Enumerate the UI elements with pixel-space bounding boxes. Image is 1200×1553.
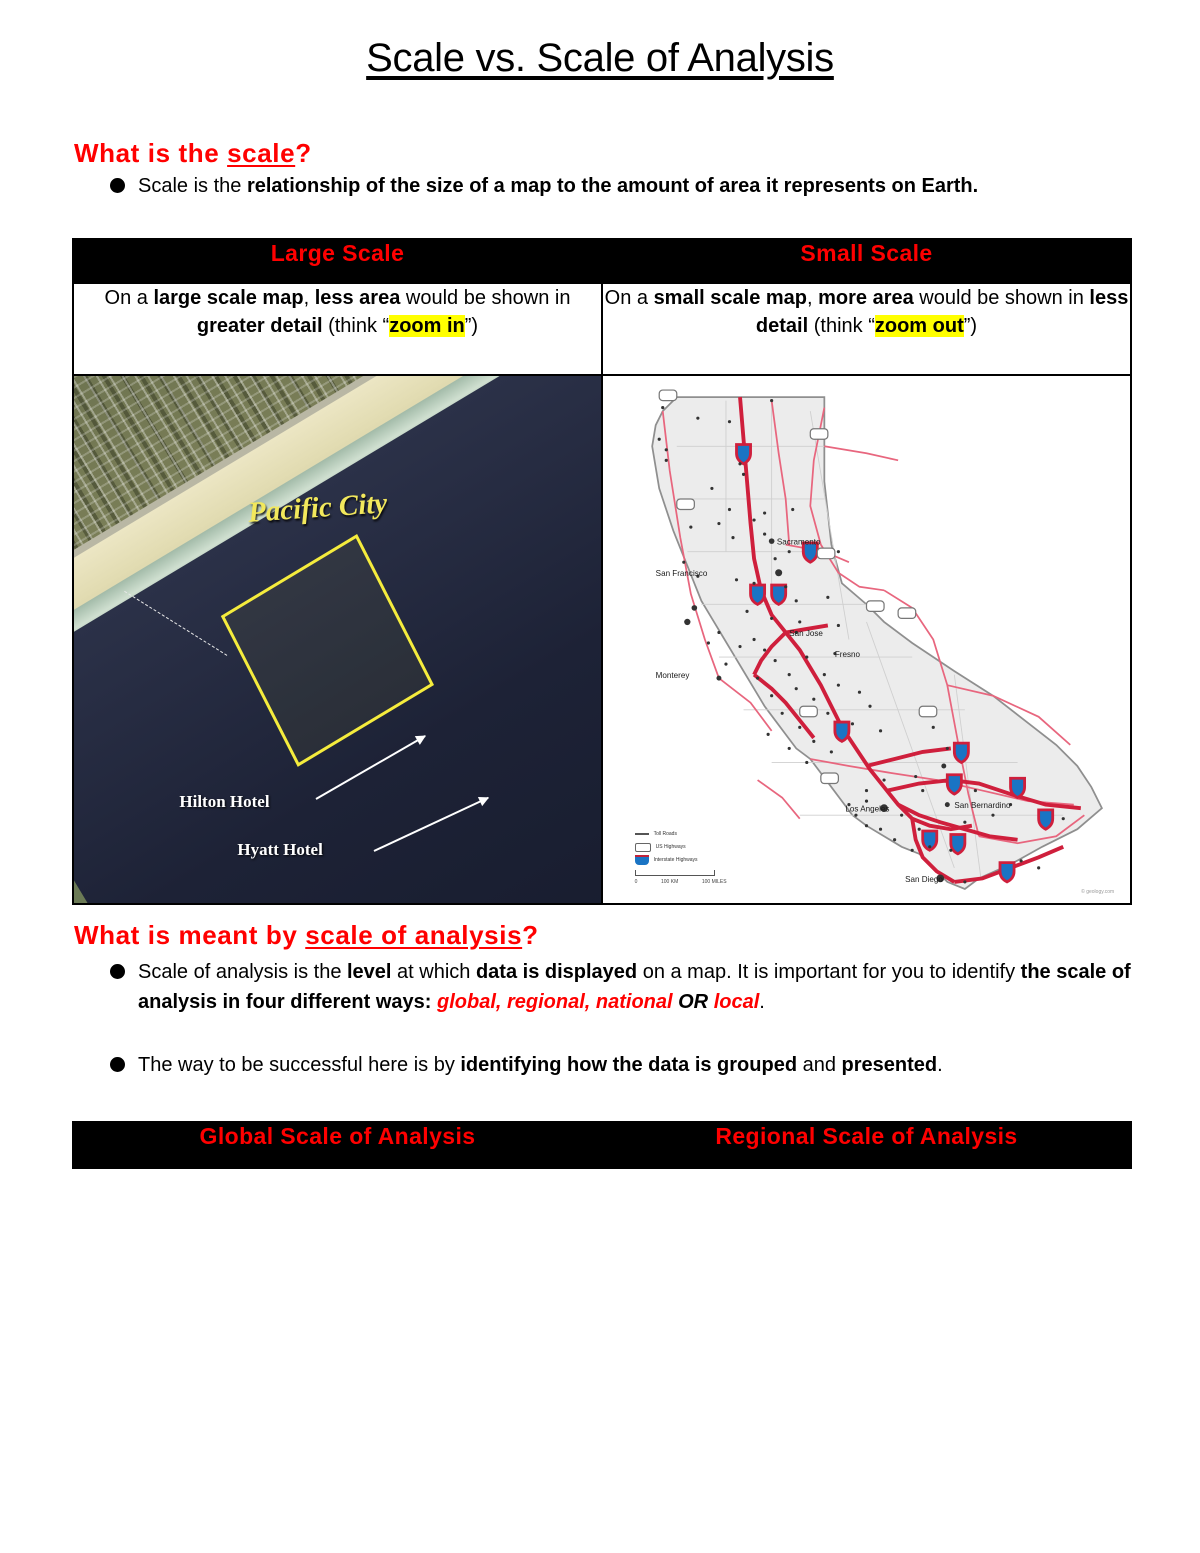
heading-what-is-scale-of-analysis: What is meant by scale of analysis? — [74, 920, 539, 950]
svg-text:Monterey: Monterey — [656, 671, 691, 680]
map-legend: Toll Roads US Highways Interstate Highwa… — [634, 829, 727, 887]
bullet-1-plain: Scale is the — [138, 175, 247, 197]
scale-bar-line — [634, 870, 715, 877]
svg-text:San Diego: San Diego — [905, 875, 943, 884]
legend-toll-roads-label: Toll Roads — [653, 831, 677, 838]
header-global-scale-of-analysis: Global Scale of Analysis — [72, 1121, 603, 1169]
ls-b1: large scale map — [153, 287, 304, 309]
ss-t5: ”) — [963, 315, 978, 337]
heading-scale-suffix: ? — [295, 138, 312, 168]
bullet-dot-icon — [110, 178, 125, 193]
heading-what-is-scale: What is the scale? — [74, 138, 312, 168]
bullet-scale-definition-text: Scale is the relationship of the size of… — [138, 171, 978, 201]
bullet-dot-icon — [110, 964, 125, 979]
table-row-descriptions: On a large scale map, less area would be… — [72, 282, 1132, 376]
us-highway-shield-icon — [634, 842, 651, 852]
soa1-t1: Scale of analysis is the — [138, 961, 347, 983]
ss-b1: small scale map — [653, 287, 807, 309]
heading-soa-keyword: scale of analysis — [305, 920, 523, 950]
bullet-soa-success-tip-text: The way to be successful here is by iden… — [138, 1050, 943, 1080]
soa2-b1: identifying how the data is grouped — [460, 1054, 798, 1076]
soa1-t3: on a map. It is important for you to ide… — [637, 961, 1021, 983]
soa1-red2: local — [713, 991, 760, 1013]
bullet-soa-success-tip: The way to be successful here is by iden… — [110, 1050, 1135, 1080]
ls-b2: less area — [314, 287, 401, 309]
toll-road-line-icon — [634, 833, 649, 836]
ls-t4: (think “ — [322, 315, 390, 337]
satellite-aerial-photo: Pacific City Hilton Hotel Hyatt Hotel — [74, 376, 601, 903]
soa2-t3: . — [937, 1054, 943, 1076]
heading-soa-suffix: ? — [522, 920, 539, 950]
ls-t3: would be shown in — [400, 287, 571, 309]
ls-t5: ”) — [464, 315, 479, 337]
svg-text:Sacramento: Sacramento — [777, 538, 821, 547]
soa1-b2: data is displayed — [475, 961, 638, 983]
satellite-hilton-hotel-label: Hilton Hotel — [179, 792, 270, 812]
svg-text:Los Angeles: Los Angeles — [845, 805, 889, 814]
header-small-scale: Small Scale — [601, 238, 1132, 284]
map-scale-bar: 0 100 KM 100 MILES — [634, 870, 727, 887]
soa2-t1: The way to be successful here is by — [138, 1054, 461, 1076]
scale-comparison-table: Large Scale Small Scale On a large scale… — [72, 238, 1132, 905]
ss-b2: more area — [818, 287, 914, 309]
table-row-headers: Large Scale Small Scale — [72, 238, 1132, 284]
ss-t3: would be shown in — [913, 287, 1090, 309]
svg-text:San Francisco: San Francisco — [656, 569, 708, 578]
heading-scale-keyword: scale — [227, 138, 296, 168]
legend-us-highways: US Highways — [634, 842, 727, 852]
bullet-dot-icon — [110, 1057, 125, 1072]
legend-interstate-highways-label: Interstate Highways — [653, 857, 698, 864]
interstate-shield-icon — [634, 855, 649, 866]
document-page: Scale vs. Scale of Analysis What is the … — [0, 0, 1200, 1553]
svg-text:San Jose: San Jose — [789, 629, 823, 638]
svg-text:Fresno: Fresno — [835, 650, 861, 659]
ss-highlight-zoom-out: zoom out — [874, 315, 964, 337]
soa1-t7: . — [759, 991, 765, 1013]
page-title: Scale vs. Scale of Analysis — [366, 36, 834, 80]
california-road-map: Sacramento San Francisco San Jose Monter… — [603, 376, 1130, 903]
cell-small-scale-image: Sacramento San Francisco San Jose Monter… — [601, 374, 1132, 905]
cell-large-scale-description: On a large scale map, less area would be… — [72, 282, 603, 376]
heading-scale-prefix: What is the — [74, 138, 228, 168]
soa2-b2: presented — [841, 1054, 938, 1076]
heading-soa-prefix: What is meant by — [74, 920, 306, 950]
satellite-hyatt-hotel-label: Hyatt Hotel — [237, 839, 323, 859]
bullet-1-bold: relationship of the size of a map to the… — [246, 175, 979, 197]
soa1-red1: global, regional, national — [436, 991, 673, 1013]
soa1-b1: level — [347, 961, 392, 983]
legend-interstate-highways: Interstate Highways — [634, 855, 727, 866]
legend-toll-roads: Toll Roads — [634, 829, 727, 839]
ss-t1: On a — [604, 287, 654, 309]
ls-t2: , — [303, 287, 315, 309]
ss-t4: (think “ — [808, 315, 875, 337]
table-row-headers: Global Scale of Analysis Regional Scale … — [72, 1121, 1132, 1169]
scale-bar-miles: 100 MILES — [701, 879, 727, 886]
table-row-images: Pacific City Hilton Hotel Hyatt Hotel Sa… — [72, 374, 1132, 905]
ss-t2: , — [807, 287, 819, 309]
soa1-or: OR — [678, 991, 709, 1013]
scale-of-analysis-table: Global Scale of Analysis Regional Scale … — [72, 1121, 1132, 1169]
ls-t1: On a — [104, 287, 154, 309]
bullet-soa-definition: Scale of analysis is the level at which … — [110, 957, 1135, 1017]
header-regional-scale-of-analysis: Regional Scale of Analysis — [601, 1121, 1132, 1169]
soa1-t2: at which — [391, 961, 476, 983]
california-map-svg: Sacramento San Francisco San Jose Monter… — [651, 389, 1103, 890]
ls-b3: greater detail — [196, 315, 323, 337]
scale-bar-km: 100 KM — [661, 879, 679, 886]
bullet-scale-definition: Scale is the relationship of the size of… — [110, 171, 1060, 201]
bullet-soa-definition-text: Scale of analysis is the level at which … — [138, 957, 1135, 1017]
ls-highlight-zoom-in: zoom in — [389, 315, 465, 337]
legend-us-highways-label: US Highways — [655, 844, 686, 851]
scale-bar-zero: 0 — [634, 879, 638, 886]
soa2-t2: and — [797, 1054, 842, 1076]
header-large-scale: Large Scale — [72, 238, 603, 284]
scale-bar-labels: 0 100 KM 100 MILES — [635, 877, 727, 887]
map-credit: © geology.com — [1081, 889, 1115, 896]
cell-small-scale-description: On a small scale map, more area would be… — [601, 282, 1132, 376]
cell-large-scale-image: Pacific City Hilton Hotel Hyatt Hotel — [72, 374, 603, 905]
svg-text:San Bernardino: San Bernardino — [954, 801, 1011, 810]
